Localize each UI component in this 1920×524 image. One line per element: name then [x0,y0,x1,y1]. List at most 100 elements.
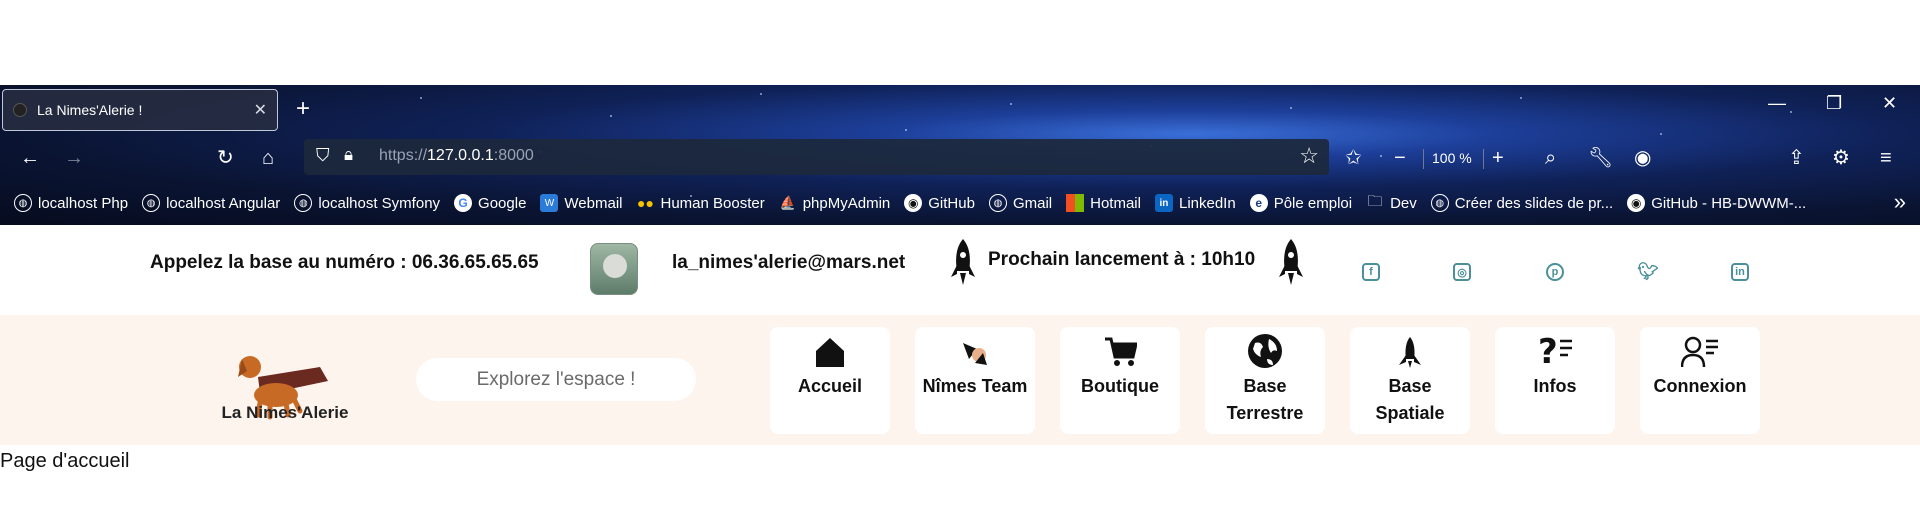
reading-list-icon[interactable]: ✩ [1345,144,1362,172]
bookmark-label: LinkedIn [1178,194,1236,212]
close-window-icon[interactable]: ✕ [1882,93,1897,114]
webmail-icon: W [540,194,559,212]
bookmark-item[interactable]: ◍ Gmail [988,194,1053,212]
bookmark-item[interactable]: e Pôle emploi [1249,194,1353,212]
nav-boutique[interactable]: Boutique [1060,327,1180,434]
nav-label: Nîmes Team [922,376,1028,396]
zoom-level[interactable]: 100 % [1432,150,1472,166]
url-host: 127.0.0.1 [427,147,494,164]
back-icon[interactable]: ← [20,144,40,172]
rocket-icon [951,239,975,285]
restore-icon[interactable]: ❐ [1826,93,1842,114]
wrench-icon[interactable]: 🔧︎ [1588,144,1613,172]
tab-close-icon[interactable]: ✕ [254,100,267,120]
bookmark-item[interactable]: ◍ localhost Angular [142,194,280,212]
bookmark-label: localhost Php [38,194,129,212]
google-icon: G [454,194,473,212]
reload-icon[interactable]: ↻ [217,144,234,172]
bookmark-item[interactable]: Hotmail [1066,194,1141,212]
instagram-icon[interactable]: ◎ [1453,263,1471,281]
extension-avatar-icon[interactable]: ◉ [1634,144,1651,172]
bookmark-item[interactable]: ●● Human Booster [637,194,765,212]
bookmark-label: Créer des slides de pr... [1454,194,1614,212]
favicon-icon [13,103,27,117]
zoom-in-icon[interactable]: + [1492,144,1504,172]
user-icon [1681,336,1718,368]
lock-icon[interactable]: 🔒︎ [344,145,353,165]
logo-text: La Nimes'Alerie [221,403,349,422]
search-input[interactable] [416,358,696,401]
url-text[interactable]: https://127.0.0.1:8000 [379,147,534,165]
globe-icon: ◍ [294,194,313,212]
tab-title: La Nimes'Alerie ! [37,102,143,118]
facebook-icon[interactable]: f [1362,263,1380,281]
browser-chrome: La Nimes'Alerie ! ✕ + — ❐ ✕ ← → ↻ ⌂ ⛉ 🔒︎… [0,85,1920,225]
twitter-icon[interactable]: 🐦︎ [1637,262,1659,281]
bookmark-item[interactable]: 🗀 Dev [1366,192,1417,212]
shield-icon[interactable]: ⛉ [316,145,330,166]
nav-connexion[interactable]: Connexion [1640,327,1760,434]
page-heading: Page d'accueil [0,450,130,472]
site-contact-bar: Appelez la base au numéro : 06.36.65.65.… [0,225,1920,315]
nav-label: Infos [1533,376,1577,396]
browser-tab[interactable]: La Nimes'Alerie ! ✕ [2,89,278,131]
zoom-out-icon[interactable]: − [1394,144,1406,172]
nav-accueil[interactable]: Accueil [770,327,890,434]
gear-icon[interactable]: ⚙ [1832,144,1850,172]
bookmark-label: GitHub - HB-DWWM-... [1651,194,1807,212]
email-text[interactable]: la_nimes'alerie@mars.net [672,252,905,274]
bookmark-label: Dev [1390,194,1417,212]
cart-icon [1105,337,1137,366]
nav-label: Base Terrestre [1226,376,1304,423]
site-navigation: La Nimes'Alerie Accueil Nîmes Team Bouti… [0,315,1920,445]
bookmark-item[interactable]: ◍ Créer des slides de pr... [1430,194,1614,212]
nav-nimes-team[interactable]: Nîmes Team [915,327,1035,434]
bookmark-label: Pôle emploi [1273,194,1353,212]
linkedin-icon[interactable]: in [1731,263,1749,281]
search-icon[interactable]: ⌕ [1545,144,1556,172]
mascot-image [590,243,638,295]
bookmark-label: Gmail [1012,194,1053,212]
nav-label: Accueil [797,376,863,396]
forward-icon[interactable]: → [64,144,84,172]
globe-icon: ◍ [988,194,1007,212]
rocket-icon [1279,239,1303,285]
home-icon[interactable]: ⌂ [262,144,274,172]
bookmark-item[interactable]: in LinkedIn [1154,194,1236,212]
nav-label: Boutique [1081,376,1159,396]
bookmark-label: Google [478,194,527,212]
nav-base-terrestre[interactable]: Base Terrestre [1205,327,1325,434]
linkedin-icon: in [1154,194,1173,212]
navigation-bar: ← → ↻ ⌂ ⛉ 🔒︎ https://127.0.0.1:8000 ☆ ✩ … [0,135,1920,181]
globe-icon: ◍ [14,194,32,212]
separator [1483,149,1484,169]
bookmark-label: localhost Symfony [318,194,441,212]
menu-icon[interactable]: ≡ [1880,144,1892,172]
share-icon[interactable]: ⇪ [1788,144,1805,172]
bookmark-item[interactable]: ◉ GitHub [904,194,975,212]
bookmark-label: localhost Angular [166,194,281,212]
minimize-icon[interactable]: — [1768,93,1786,114]
github-icon: ◉ [1627,194,1646,212]
bookmarks-overflow-icon[interactable]: » [1894,189,1906,215]
address-bar[interactable]: ⛉ 🔒︎ https://127.0.0.1:8000 ☆ [304,139,1329,175]
bookmark-item[interactable]: W Webmail [540,194,623,212]
bookmark-item[interactable]: ◉ GitHub - HB-DWWM-... [1627,194,1806,212]
globe-icon: ◍ [1430,194,1449,212]
new-tab-button[interactable]: + [296,94,310,124]
globe-icon: ◍ [142,194,161,212]
launch-text: Prochain lancement à : 10h10 [988,249,1256,270]
bookmark-item[interactable]: ◍ localhost Php [14,194,128,212]
phpmyadmin-icon: ⛵ [779,195,796,210]
rocket-icon [1399,337,1421,368]
pinterest-icon[interactable]: p [1546,263,1564,281]
folder-icon: 🗀 [1367,192,1383,210]
bookmark-star-icon[interactable]: ☆ [1299,143,1319,169]
nav-base-spatiale[interactable]: Base Spatiale [1350,327,1470,434]
bookmark-item[interactable]: ⛵ phpMyAdmin [779,194,891,212]
screen-top-margin [0,0,1920,85]
bookmark-item[interactable]: ◍ localhost Symfony [294,194,440,212]
bookmark-item[interactable]: G Google [454,194,526,212]
github-icon: ◉ [904,194,923,212]
nav-infos[interactable]: ? Infos [1495,327,1615,434]
